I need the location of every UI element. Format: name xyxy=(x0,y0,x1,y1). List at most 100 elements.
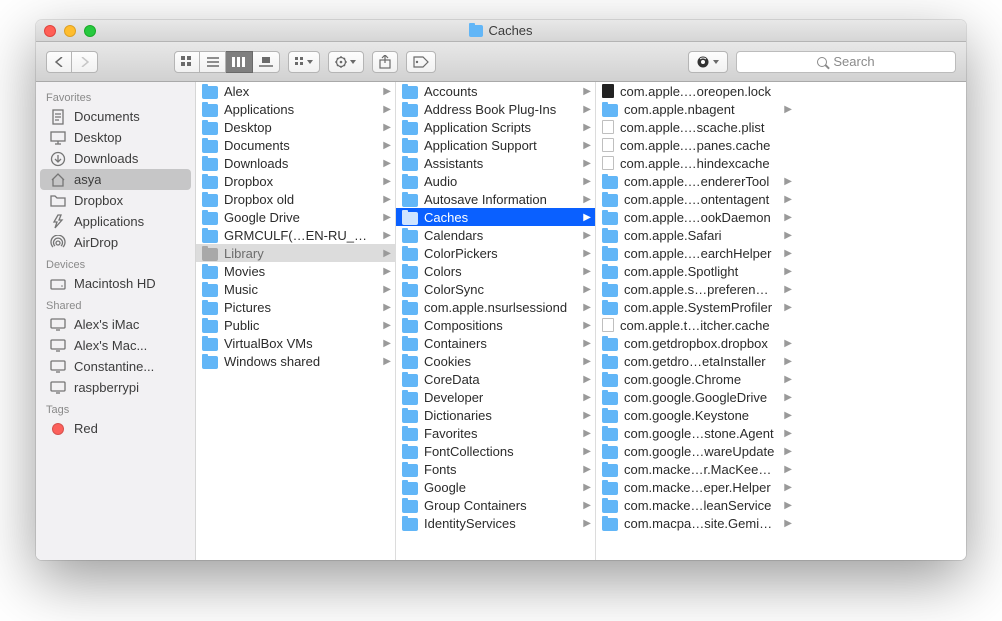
sidebar-item-constantine-[interactable]: Constantine... xyxy=(40,356,191,377)
list-row[interactable]: com.apple.…endererTool▶ xyxy=(596,172,796,190)
sidebar-item-downloads[interactable]: Downloads xyxy=(40,148,191,169)
list-row[interactable]: com.apple.s…preferences▶ xyxy=(596,280,796,298)
sidebar-item-red[interactable]: Red xyxy=(40,418,191,439)
list-row[interactable]: com.apple.…ookDaemon▶ xyxy=(596,208,796,226)
list-row[interactable]: Audio▶ xyxy=(396,172,595,190)
list-row[interactable]: Dropbox old▶ xyxy=(196,190,395,208)
list-row[interactable]: Calendars▶ xyxy=(396,226,595,244)
sidebar-item-raspberrypi[interactable]: raspberrypi xyxy=(40,377,191,398)
list-row[interactable]: com.apple.…panes.cache xyxy=(596,136,796,154)
list-row[interactable]: Music▶ xyxy=(196,280,395,298)
list-row[interactable]: com.apple.…earchHelper▶ xyxy=(596,244,796,262)
list-row[interactable]: Public▶ xyxy=(196,316,395,334)
list-row[interactable]: Pictures▶ xyxy=(196,298,395,316)
column[interactable]: Accounts▶Address Book Plug-Ins▶Applicati… xyxy=(396,82,596,560)
sidebar-item-documents[interactable]: Documents xyxy=(40,106,191,127)
list-row[interactable]: GRMCULF(…EN-RU_DVD▶ xyxy=(196,226,395,244)
list-view-button[interactable] xyxy=(200,51,226,73)
sidebar-item-macintosh-hd[interactable]: Macintosh HD xyxy=(40,273,191,294)
list-row[interactable]: Dropbox▶ xyxy=(196,172,395,190)
back-button[interactable] xyxy=(46,51,72,73)
close-icon[interactable] xyxy=(44,25,56,37)
sidebar-item-airdrop[interactable]: AirDrop xyxy=(40,232,191,253)
list-row[interactable]: Documents▶ xyxy=(196,136,395,154)
list-row[interactable]: ColorSync▶ xyxy=(396,280,595,298)
list-row[interactable]: Downloads▶ xyxy=(196,154,395,172)
list-row[interactable]: com.macke…eper.Helper▶ xyxy=(596,478,796,496)
sidebar-item-asya[interactable]: asya xyxy=(40,169,191,190)
list-row[interactable]: Developer▶ xyxy=(396,388,595,406)
list-row[interactable]: com.google.Keystone▶ xyxy=(596,406,796,424)
list-row[interactable]: com.getdro…etaInstaller▶ xyxy=(596,352,796,370)
search-input[interactable]: Search xyxy=(736,51,956,73)
titlebar[interactable]: Caches xyxy=(36,20,966,42)
sidebar-item-alex-s-mac-[interactable]: Alex's Mac... xyxy=(40,335,191,356)
list-row[interactable]: Compositions▶ xyxy=(396,316,595,334)
list-row[interactable]: com.macpa…site.Gemini2▶ xyxy=(596,514,796,532)
list-row[interactable]: FontCollections▶ xyxy=(396,442,595,460)
list-row[interactable]: Applications▶ xyxy=(196,100,395,118)
column[interactable]: com.apple.…oreopen.lockcom.apple.nbagent… xyxy=(596,82,796,560)
list-row[interactable]: Desktop▶ xyxy=(196,118,395,136)
list-row[interactable]: com.macke…leanService▶ xyxy=(596,496,796,514)
coverflow-view-button[interactable] xyxy=(253,51,280,73)
column[interactable]: Alex▶Applications▶Desktop▶Documents▶Down… xyxy=(196,82,396,560)
list-row[interactable]: Dictionaries▶ xyxy=(396,406,595,424)
list-row[interactable]: com.google.Chrome▶ xyxy=(596,370,796,388)
sidebar-item-applications[interactable]: Applications xyxy=(40,211,191,232)
minimize-icon[interactable] xyxy=(64,25,76,37)
list-row[interactable]: com.apple.nbagent▶ xyxy=(596,100,796,118)
list-row[interactable]: com.apple.Spotlight▶ xyxy=(596,262,796,280)
list-row[interactable]: Fonts▶ xyxy=(396,460,595,478)
row-label: Google Drive xyxy=(224,210,373,225)
list-row[interactable]: com.google.GoogleDrive▶ xyxy=(596,388,796,406)
list-row[interactable]: Application Scripts▶ xyxy=(396,118,595,136)
list-row[interactable]: CoreData▶ xyxy=(396,370,595,388)
list-row[interactable]: ColorPickers▶ xyxy=(396,244,595,262)
sidebar-item-alex-s-imac[interactable]: Alex's iMac xyxy=(40,314,191,335)
list-row[interactable]: Address Book Plug-Ins▶ xyxy=(396,100,595,118)
tags-button[interactable] xyxy=(406,51,436,73)
list-row[interactable]: Containers▶ xyxy=(396,334,595,352)
sidebar-item-desktop[interactable]: Desktop xyxy=(40,127,191,148)
list-row[interactable]: Accounts▶ xyxy=(396,82,595,100)
share-button[interactable] xyxy=(372,51,398,73)
list-row[interactable]: com.apple.…hindexcache xyxy=(596,154,796,172)
list-row[interactable]: com.apple.SystemProfiler▶ xyxy=(596,298,796,316)
list-row[interactable]: com.macke…r.MacKeeper▶ xyxy=(596,460,796,478)
list-row[interactable]: com.apple.…oreopen.lock xyxy=(596,82,796,100)
forward-button[interactable] xyxy=(72,51,98,73)
list-row[interactable]: Library▶ xyxy=(196,244,395,262)
list-row[interactable]: com.getdropbox.dropbox▶ xyxy=(596,334,796,352)
list-row[interactable]: IdentityServices▶ xyxy=(396,514,595,532)
list-row[interactable]: Favorites▶ xyxy=(396,424,595,442)
dropbox-button[interactable] xyxy=(688,51,728,73)
zoom-icon[interactable] xyxy=(84,25,96,37)
list-row[interactable]: Google Drive▶ xyxy=(196,208,395,226)
column-view-button[interactable] xyxy=(226,51,253,73)
arrange-button[interactable] xyxy=(288,51,320,73)
list-row[interactable]: Group Containers▶ xyxy=(396,496,595,514)
icon-view-button[interactable] xyxy=(174,51,200,73)
list-row[interactable]: Autosave Information▶ xyxy=(396,190,595,208)
action-button[interactable] xyxy=(328,51,364,73)
list-row[interactable]: Colors▶ xyxy=(396,262,595,280)
list-row[interactable]: Windows shared▶ xyxy=(196,352,395,370)
list-row[interactable]: com.apple.…scache.plist xyxy=(596,118,796,136)
list-row[interactable]: com.google…wareUpdate▶ xyxy=(596,442,796,460)
list-row[interactable]: com.apple.…ontentagent▶ xyxy=(596,190,796,208)
list-row[interactable]: Cookies▶ xyxy=(396,352,595,370)
list-row[interactable]: com.apple.t…itcher.cache xyxy=(596,316,796,334)
list-row[interactable]: com.google…stone.Agent▶ xyxy=(596,424,796,442)
list-row[interactable]: com.apple.Safari▶ xyxy=(596,226,796,244)
list-row[interactable]: Movies▶ xyxy=(196,262,395,280)
list-row[interactable]: VirtualBox VMs▶ xyxy=(196,334,395,352)
list-row[interactable]: Caches▶ xyxy=(396,208,595,226)
list-row[interactable]: Alex▶ xyxy=(196,82,395,100)
list-row[interactable]: Google▶ xyxy=(396,478,595,496)
sidebar[interactable]: FavoritesDocumentsDesktopDownloadsasyaDr… xyxy=(36,82,196,560)
list-row[interactable]: Assistants▶ xyxy=(396,154,595,172)
sidebar-item-dropbox[interactable]: Dropbox xyxy=(40,190,191,211)
list-row[interactable]: Application Support▶ xyxy=(396,136,595,154)
list-row[interactable]: com.apple.nsurlsessiond▶ xyxy=(396,298,595,316)
